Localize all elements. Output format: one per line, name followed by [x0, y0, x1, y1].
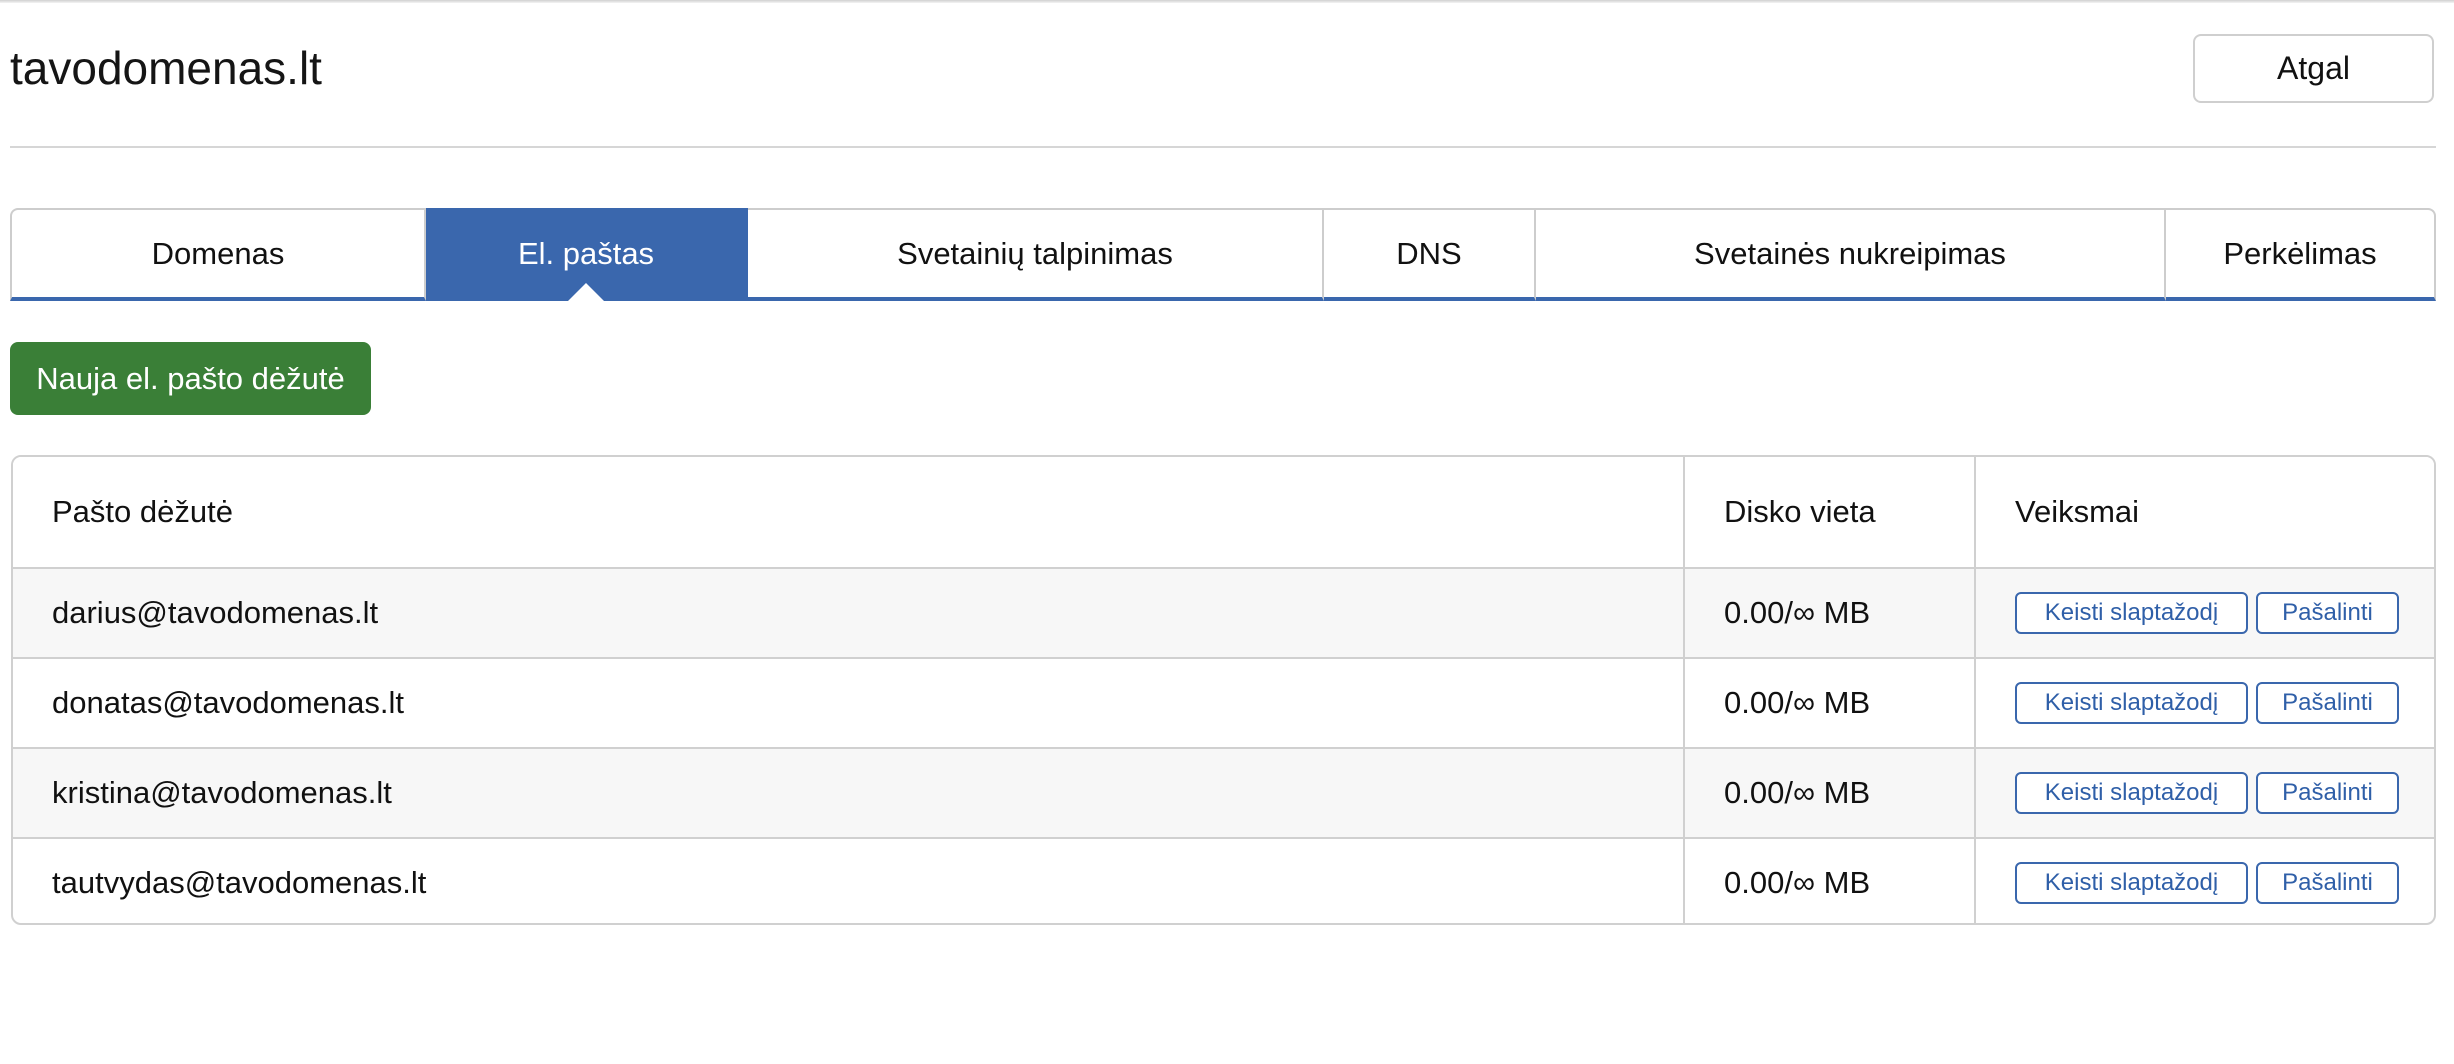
disk-usage: 0.00/∞ MB	[1685, 659, 1976, 747]
remove-button[interactable]: Pašalinti	[2256, 862, 2399, 904]
row-actions: Keisti slaptažodį Pašalinti	[1976, 749, 2434, 837]
disk-usage: 0.00/∞ MB	[1685, 749, 1976, 837]
mailbox-table: Pašto dėžutė Disko vieta Veiksmai darius…	[11, 455, 2436, 925]
disk-usage: 0.00/∞ MB	[1685, 839, 1976, 923]
back-button[interactable]: Atgal	[2193, 34, 2434, 103]
tab-dns[interactable]: DNS	[1324, 208, 1536, 301]
table-header-row: Pašto dėžutė Disko vieta Veiksmai	[13, 457, 2434, 567]
column-header-actions: Veiksmai	[2015, 494, 2140, 529]
service-tabs: Domenas El. paštas Svetainių talpinimas …	[10, 208, 2436, 301]
remove-button[interactable]: Pašalinti	[2256, 592, 2399, 634]
row-actions: Keisti slaptažodį Pašalinti	[1976, 659, 2434, 747]
table-row: tautvydas@tavodomenas.lt 0.00/∞ MB Keist…	[13, 837, 2434, 923]
new-mailbox-button[interactable]: Nauja el. pašto dėžutė	[10, 342, 371, 415]
remove-button[interactable]: Pašalinti	[2256, 772, 2399, 814]
tab-svetainiu-talpinimas[interactable]: Svetainių talpinimas	[748, 208, 1324, 301]
page-title: tavodomenas.lt	[10, 42, 322, 94]
row-actions: Keisti slaptažodį Pašalinti	[1976, 569, 2434, 657]
header-divider	[10, 146, 2436, 148]
change-password-button[interactable]: Keisti slaptažodį	[2015, 592, 2248, 634]
table-row: darius@tavodomenas.lt 0.00/∞ MB Keisti s…	[13, 567, 2434, 657]
change-password-button[interactable]: Keisti slaptažodį	[2015, 682, 2248, 724]
mailbox-address: darius@tavodomenas.lt	[13, 569, 1685, 657]
change-password-button[interactable]: Keisti slaptažodį	[2015, 772, 2248, 814]
disk-usage: 0.00/∞ MB	[1685, 569, 1976, 657]
tab-domenas[interactable]: Domenas	[10, 208, 426, 301]
row-actions: Keisti slaptažodį Pašalinti	[1976, 839, 2434, 923]
tab-el-pastas[interactable]: El. paštas	[426, 208, 748, 301]
top-shadow-line	[0, 0, 2454, 3]
mailbox-address: kristina@tavodomenas.lt	[13, 749, 1685, 837]
tab-perkelimas[interactable]: Perkėlimas	[2166, 208, 2436, 301]
remove-button[interactable]: Pašalinti	[2256, 682, 2399, 724]
change-password-button[interactable]: Keisti slaptažodį	[2015, 862, 2248, 904]
table-row: kristina@tavodomenas.lt 0.00/∞ MB Keisti…	[13, 747, 2434, 837]
tab-svetaines-nukreipimas[interactable]: Svetainės nukreipimas	[1536, 208, 2166, 301]
column-header-mailbox: Pašto dėžutė	[13, 457, 1685, 567]
table-row: donatas@tavodomenas.lt 0.00/∞ MB Keisti …	[13, 657, 2434, 747]
mailbox-address: donatas@tavodomenas.lt	[13, 659, 1685, 747]
column-header-disk: Disko vieta	[1685, 457, 1976, 567]
mailbox-address: tautvydas@tavodomenas.lt	[13, 839, 1685, 923]
